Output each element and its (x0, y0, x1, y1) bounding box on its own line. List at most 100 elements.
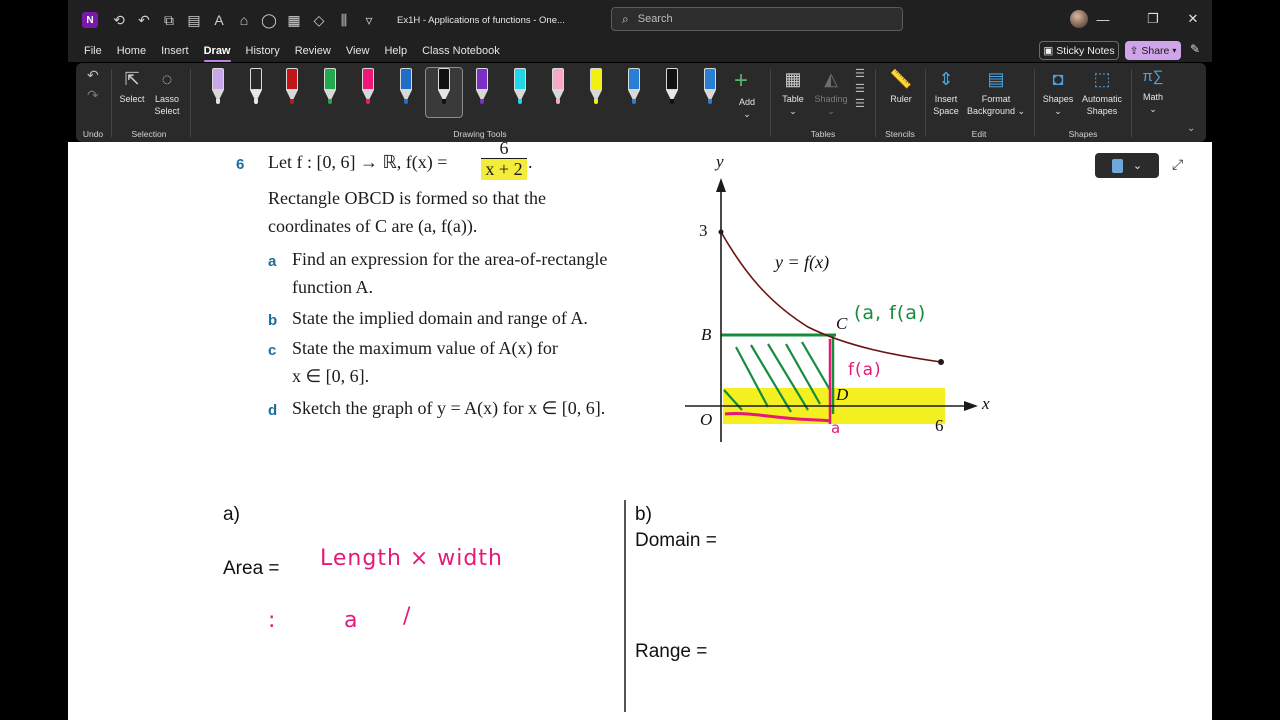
note-icon[interactable]: ▤ (183, 9, 205, 31)
insert-space-button[interactable]: ⇕ Insert Space (928, 67, 964, 117)
pen-tool-11[interactable] (585, 68, 607, 106)
sticky-note-icon: ▣ (1043, 44, 1054, 57)
tab-review[interactable]: Review (295, 45, 331, 57)
pen-body (324, 68, 336, 90)
collapse-ribbon-icon[interactable]: ⌄ (1187, 123, 1195, 134)
dock-icon[interactable]: ⧉ (158, 9, 180, 31)
font-color-icon[interactable]: A (208, 9, 230, 31)
pen-body (514, 68, 526, 90)
table-quick-icon[interactable]: ▦ (283, 9, 305, 31)
paint-bucket-icon: ◭ (824, 69, 838, 89)
avatar[interactable] (1070, 10, 1088, 28)
undo-icon[interactable]: ↶ (87, 67, 99, 84)
pen-tool-6[interactable] (395, 68, 417, 106)
tab-file[interactable]: File (84, 45, 102, 57)
pen-body (704, 68, 716, 90)
insert-space-label-1: Insert (934, 94, 958, 104)
tab-view[interactable]: View (346, 45, 370, 57)
fill-icon[interactable]: ◇ (308, 9, 330, 31)
pen-ink-dot (328, 99, 332, 104)
separator (770, 69, 771, 137)
minimize-button[interactable]: — (1090, 8, 1116, 30)
pen-body (212, 68, 224, 90)
tab-draw[interactable]: Draw (203, 45, 231, 62)
pen-ink-dot (556, 99, 560, 104)
onenote-logo-icon: N (82, 12, 98, 28)
close-button[interactable]: ✕ (1180, 8, 1206, 30)
restore-button[interactable]: ❐ (1140, 8, 1166, 30)
shading-button[interactable]: ◭ Shading ⌄ (812, 67, 850, 117)
pen-tool-9[interactable] (509, 68, 531, 106)
search-icon: ⌕ (622, 11, 629, 26)
tag-icon[interactable]: ⫼ (333, 9, 355, 31)
tab-help[interactable]: Help (384, 45, 407, 57)
expand-icon[interactable]: ⤢ (1172, 156, 1183, 173)
pen-ink-dot (404, 99, 408, 104)
math-icon: π∑ (1142, 68, 1164, 85)
pen-tool-5[interactable] (357, 68, 379, 106)
shapes-button[interactable]: ◘ Shapes ⌄ (1039, 67, 1077, 117)
sticky-notes-label: Sticky Notes (1056, 44, 1115, 57)
pen-tool-4[interactable] (319, 68, 341, 106)
insert-space-icon: ⇕ (938, 69, 954, 89)
add-pen-icon[interactable]: + (734, 69, 748, 93)
part-b-label: b) (635, 504, 652, 525)
ink-to-shape-icon[interactable]: ⌂ (233, 9, 255, 31)
share-label: Share (1141, 44, 1170, 57)
select-label: Select (119, 94, 145, 104)
customize-icon[interactable]: ▿ (358, 9, 380, 31)
pen-tool-7[interactable] (433, 68, 455, 106)
pen-tool-13[interactable] (661, 68, 683, 106)
back-icon[interactable]: ⟲ (108, 9, 130, 31)
format-background-button[interactable]: ▤ Format Background ⌄ (965, 67, 1027, 117)
format-bg-label-1: Format (981, 94, 1011, 104)
tab-class-notebook[interactable]: Class Notebook (422, 45, 500, 57)
add-pen-button[interactable]: Add ⌄ (732, 96, 762, 120)
table-button[interactable]: ▦ Table ⌄ (776, 67, 810, 117)
pen-ink-dot (366, 99, 370, 104)
pen-tool-12[interactable] (623, 68, 645, 106)
pen-tool-14[interactable] (699, 68, 721, 106)
ruler-icon: 📏 (889, 69, 913, 89)
shapes-icon: ◘ (1052, 69, 1064, 89)
answer-divider (624, 500, 626, 712)
pen-tool-1[interactable] (207, 68, 229, 106)
pen-body (362, 68, 374, 90)
tab-insert[interactable]: Insert (161, 45, 189, 57)
math-button[interactable]: π∑ Math ⌄ (1138, 65, 1168, 115)
area-ink-stroke: / (403, 604, 412, 629)
notebook-page[interactable]: 6 Let f : [0, 6] → ℝ, f(x) = 6 x + 2 . R… (68, 142, 1212, 720)
range-label: Range = (635, 641, 708, 662)
separator (190, 69, 191, 137)
ink-point-label: (a, f(a) (854, 302, 927, 324)
redo-icon[interactable]: ↷ (87, 87, 99, 104)
lasso-label-2: Select (154, 106, 180, 116)
pen-tool-10[interactable] (547, 68, 569, 106)
chevron-down-icon: ▾ (1172, 46, 1177, 55)
sticky-notes-button[interactable]: ▣ Sticky Notes (1039, 41, 1119, 60)
math-label: Math (1142, 92, 1163, 102)
pen-body (590, 68, 602, 90)
search-input[interactable]: ⌕ Search (611, 7, 903, 31)
table-label: Table (782, 94, 804, 104)
align-icons[interactable]: ☰ ☰ ☰ (855, 67, 865, 112)
select-button[interactable]: ⇱ Select (117, 67, 147, 105)
pen-tool-3[interactable] (281, 68, 303, 106)
lasso-select-button[interactable]: ◌ Lasso Select (152, 67, 182, 117)
comments-icon[interactable]: ✎ (1190, 42, 1200, 56)
notebook-switcher[interactable]: ⌄ (1095, 153, 1159, 178)
pen-tool-8[interactable] (471, 68, 493, 106)
chevron-down-icon: ⌄ (1149, 104, 1157, 114)
menu-bar: File Home Insert Draw History Review Vie… (68, 40, 1212, 62)
x-axis-arrow (964, 401, 978, 411)
shapes-quick-icon[interactable]: ◯ (258, 9, 280, 31)
ruler-button[interactable]: 📏 Ruler (884, 67, 918, 105)
format-bg-label-2: Background ⌄ (966, 106, 1026, 116)
tab-home[interactable]: Home (117, 45, 146, 57)
tab-history[interactable]: History (246, 45, 280, 57)
share-button[interactable]: ⇪ Share ▾ (1125, 41, 1181, 60)
undo-icon[interactable]: ↶ (133, 9, 155, 31)
automatic-shapes-button[interactable]: ⬚ Automatic Shapes (1079, 67, 1125, 117)
area-ink-text: Length × width (320, 546, 503, 571)
pen-tool-2[interactable] (245, 68, 267, 106)
